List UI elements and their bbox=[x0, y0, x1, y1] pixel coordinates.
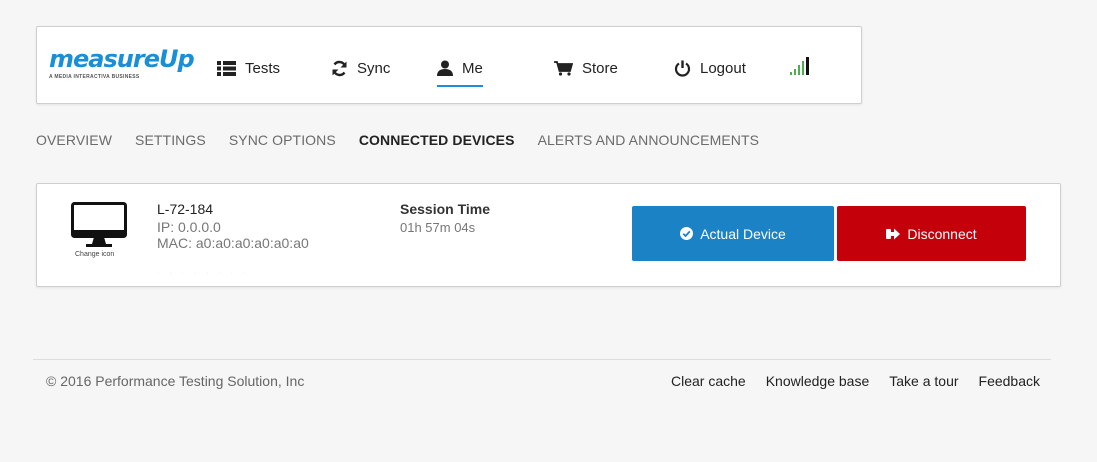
nav-tests-label: Tests bbox=[245, 59, 281, 77]
copyright-text: © 2016 Performance Testing Solution, Inc bbox=[46, 373, 305, 389]
settings-tabs: OVERVIEW SETTINGS SYNC OPTIONS CONNECTED… bbox=[36, 132, 782, 148]
nav-tests[interactable]: Tests bbox=[217, 57, 280, 79]
nav-logout-label: Logout bbox=[700, 59, 746, 77]
sync-icon bbox=[332, 60, 347, 76]
actual-device-button[interactable]: Actual Device bbox=[632, 206, 834, 261]
disconnect-label: Disconnect bbox=[907, 225, 977, 242]
cart-icon bbox=[554, 60, 573, 76]
tab-overview[interactable]: OVERVIEW bbox=[36, 132, 112, 148]
user-icon bbox=[437, 60, 453, 76]
list-icon bbox=[217, 60, 236, 76]
faint-dots: · · · · · · · · bbox=[157, 270, 250, 277]
check-circle-icon bbox=[680, 227, 694, 240]
session-time-label: Session Time bbox=[400, 201, 491, 217]
device-name: L-72-184 bbox=[157, 201, 214, 217]
tab-sync-options[interactable]: SYNC OPTIONS bbox=[229, 132, 336, 148]
top-navbar: measureUp A MEDIA INTERACTIVA BUSINESS T… bbox=[36, 26, 862, 104]
knowledge-base-link[interactable]: Knowledge base bbox=[766, 373, 870, 389]
tab-connected-devices[interactable]: CONNECTED DEVICES bbox=[359, 132, 515, 148]
sign-out-icon bbox=[886, 228, 901, 239]
tab-settings[interactable]: SETTINGS bbox=[135, 132, 206, 148]
session-time-value: 01h 57m 04s bbox=[400, 220, 476, 235]
nav-logout[interactable]: Logout bbox=[674, 57, 746, 79]
device-ip: IP: 0.0.0.0 bbox=[157, 219, 221, 235]
measureup-logo[interactable]: measureUp A MEDIA INTERACTIVA BUSINESS bbox=[49, 45, 195, 80]
signal-strength-icon bbox=[790, 57, 809, 75]
footer-links: Clear cache Knowledge base Take a tour F… bbox=[651, 373, 1040, 389]
device-mac: MAC: a0:a0:a0:a0:a0:a0 bbox=[157, 235, 309, 251]
clear-cache-link[interactable]: Clear cache bbox=[671, 373, 746, 389]
logo-text: measureUp bbox=[49, 45, 195, 73]
logo-tagline: A MEDIA INTERACTIVA BUSINESS bbox=[49, 74, 140, 80]
footer-divider bbox=[33, 359, 1051, 360]
change-icon-link[interactable]: Change icon bbox=[75, 251, 114, 258]
nav-me[interactable]: Me bbox=[437, 57, 483, 87]
take-a-tour-link[interactable]: Take a tour bbox=[889, 373, 958, 389]
active-nav-underline bbox=[437, 85, 483, 87]
device-card: Change icon L-72-184 IP: 0.0.0.0 MAC: a0… bbox=[36, 183, 1061, 287]
monitor-icon[interactable] bbox=[71, 202, 127, 248]
power-icon bbox=[674, 60, 691, 77]
feedback-link[interactable]: Feedback bbox=[979, 373, 1040, 389]
disconnect-button[interactable]: Disconnect bbox=[837, 206, 1026, 261]
nav-sync-label: Sync bbox=[357, 59, 391, 77]
nav-store[interactable]: Store bbox=[554, 57, 618, 79]
nav-store-label: Store bbox=[582, 59, 618, 77]
nav-me-label: Me bbox=[462, 59, 483, 77]
nav-sync[interactable]: Sync bbox=[331, 57, 390, 79]
actual-device-label: Actual Device bbox=[700, 225, 786, 242]
tab-alerts-and-announcements[interactable]: ALERTS AND ANNOUNCEMENTS bbox=[538, 132, 760, 148]
